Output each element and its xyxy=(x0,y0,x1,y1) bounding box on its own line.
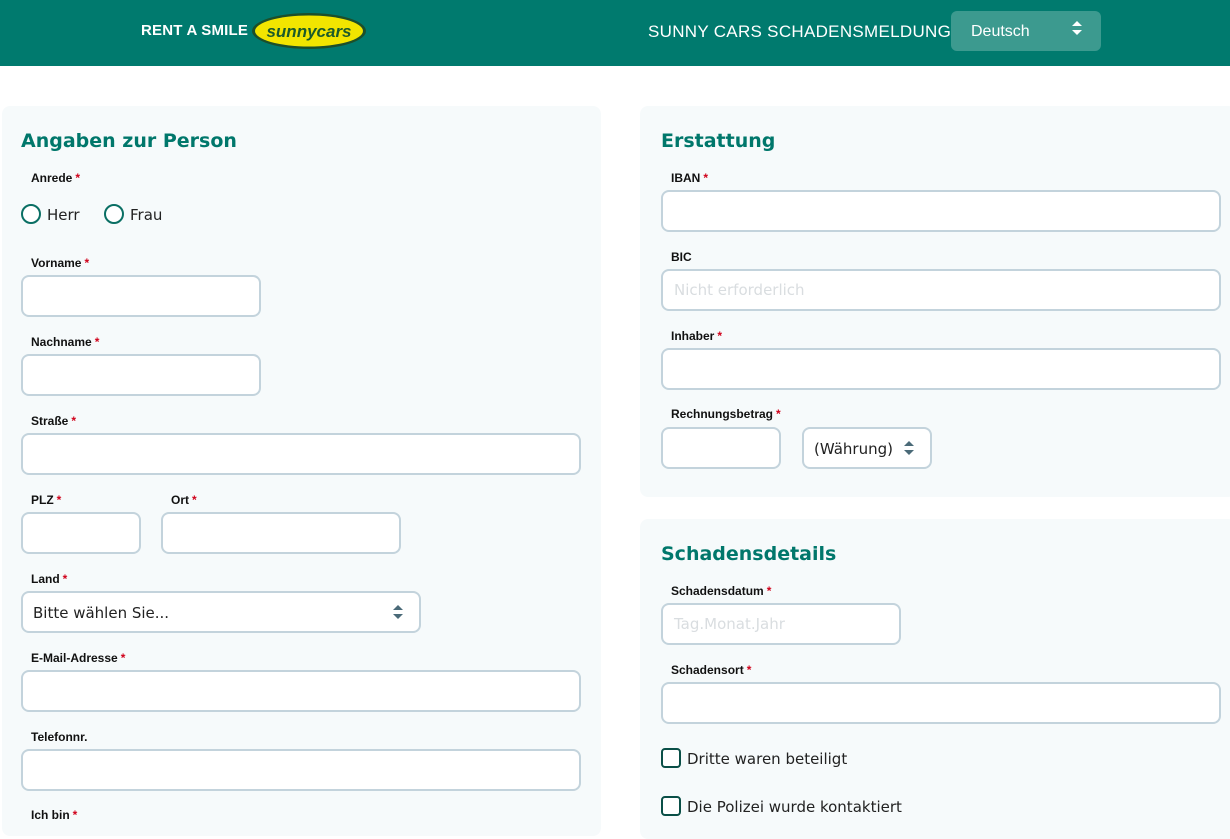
email-label: E-Mail-Adresse * xyxy=(31,651,126,665)
schadensdatum-label: Schadensdatum * xyxy=(671,584,772,598)
radio-herr-label: Herr xyxy=(47,206,80,224)
required-marker: * xyxy=(71,414,77,428)
waehrung-select[interactable]: (Währung) xyxy=(802,427,932,469)
inhaber-label: Inhaber * xyxy=(671,329,723,343)
schadensdatum-input[interactable]: Tag.Monat.Jahr xyxy=(661,603,901,645)
ort-input[interactable] xyxy=(161,512,401,554)
required-marker: * xyxy=(72,808,78,822)
language-value: Deutsch xyxy=(971,23,1030,40)
required-marker: * xyxy=(746,663,752,677)
schaden-section-title: Schadensdetails xyxy=(661,543,837,565)
person-section-title: Angaben zur Person xyxy=(21,130,237,152)
radio-frau[interactable] xyxy=(104,204,124,224)
required-marker: * xyxy=(75,171,81,185)
nachname-input[interactable] xyxy=(21,354,261,396)
schadensort-input[interactable] xyxy=(661,682,1221,724)
vorname-label: Vorname * xyxy=(31,256,90,270)
ichbin-label: Ich bin * xyxy=(31,808,78,822)
required-marker: * xyxy=(766,584,772,598)
required-marker: * xyxy=(120,651,126,665)
required-marker: * xyxy=(84,256,90,270)
strasse-label: Straße * xyxy=(31,414,77,428)
dritte-label: Dritte waren beteiligt xyxy=(687,750,848,768)
language-select[interactable]: Deutsch xyxy=(951,11,1101,51)
radio-herr[interactable] xyxy=(21,204,41,224)
plz-input[interactable] xyxy=(21,512,141,554)
brand-slogan: RENT A SMILE xyxy=(141,22,249,39)
plz-label: PLZ * xyxy=(31,493,62,507)
inhaber-input[interactable] xyxy=(661,348,1221,390)
required-marker: * xyxy=(703,171,709,185)
select-arrows-icon xyxy=(393,605,403,619)
bic-label: BIC xyxy=(671,250,692,264)
land-select[interactable]: Bitte wählen Sie... xyxy=(21,591,421,633)
iban-input[interactable] xyxy=(661,190,1221,232)
ort-label: Ort * xyxy=(171,493,197,507)
waehrung-value: (Währung) xyxy=(814,440,893,458)
erstattung-section-title: Erstattung xyxy=(661,130,776,152)
rechnungsbetrag-input[interactable] xyxy=(661,427,781,469)
anrede-label: Anrede * xyxy=(31,171,81,185)
select-arrows-icon xyxy=(904,441,914,455)
required-marker: * xyxy=(56,493,62,507)
vorname-input[interactable] xyxy=(21,275,261,317)
required-marker: * xyxy=(192,493,197,507)
schadensdatum-placeholder: Tag.Monat.Jahr xyxy=(674,615,785,633)
sunnycars-logo[interactable]: sunnycars xyxy=(250,11,368,51)
nachname-label: Nachname * xyxy=(31,335,100,349)
required-marker: * xyxy=(94,335,100,349)
required-marker: * xyxy=(717,329,723,343)
svg-text:sunnycars: sunnycars xyxy=(266,22,351,41)
bic-input[interactable]: Nicht erforderlich xyxy=(661,269,1221,311)
rechnungsbetrag-label: Rechnungsbetrag * xyxy=(671,407,781,421)
polizei-checkbox[interactable] xyxy=(661,796,681,816)
email-input[interactable] xyxy=(21,670,581,712)
radio-frau-label: Frau xyxy=(130,206,163,224)
schaden-card xyxy=(640,519,1230,839)
polizei-label: Die Polizei wurde kontaktiert xyxy=(687,798,902,816)
top-bar: RENT A SMILE sunnycars SUNNY CARS SCHADE… xyxy=(0,0,1230,66)
schadensort-label: Schadensort * xyxy=(671,663,752,677)
page-title: SUNNY CARS SCHADENSMELDUNG xyxy=(648,22,952,41)
iban-label: IBAN * xyxy=(671,171,709,185)
dritte-checkbox[interactable] xyxy=(661,748,681,768)
telefon-input[interactable] xyxy=(21,749,581,791)
land-value: Bitte wählen Sie... xyxy=(33,604,170,622)
select-arrows-icon xyxy=(1072,21,1082,35)
telefon-label: Telefonnr. xyxy=(31,730,88,744)
required-marker: * xyxy=(62,572,68,586)
land-label: Land * xyxy=(31,572,68,586)
bic-placeholder: Nicht erforderlich xyxy=(674,281,805,299)
required-marker: * xyxy=(776,407,781,421)
strasse-input[interactable] xyxy=(21,433,581,475)
